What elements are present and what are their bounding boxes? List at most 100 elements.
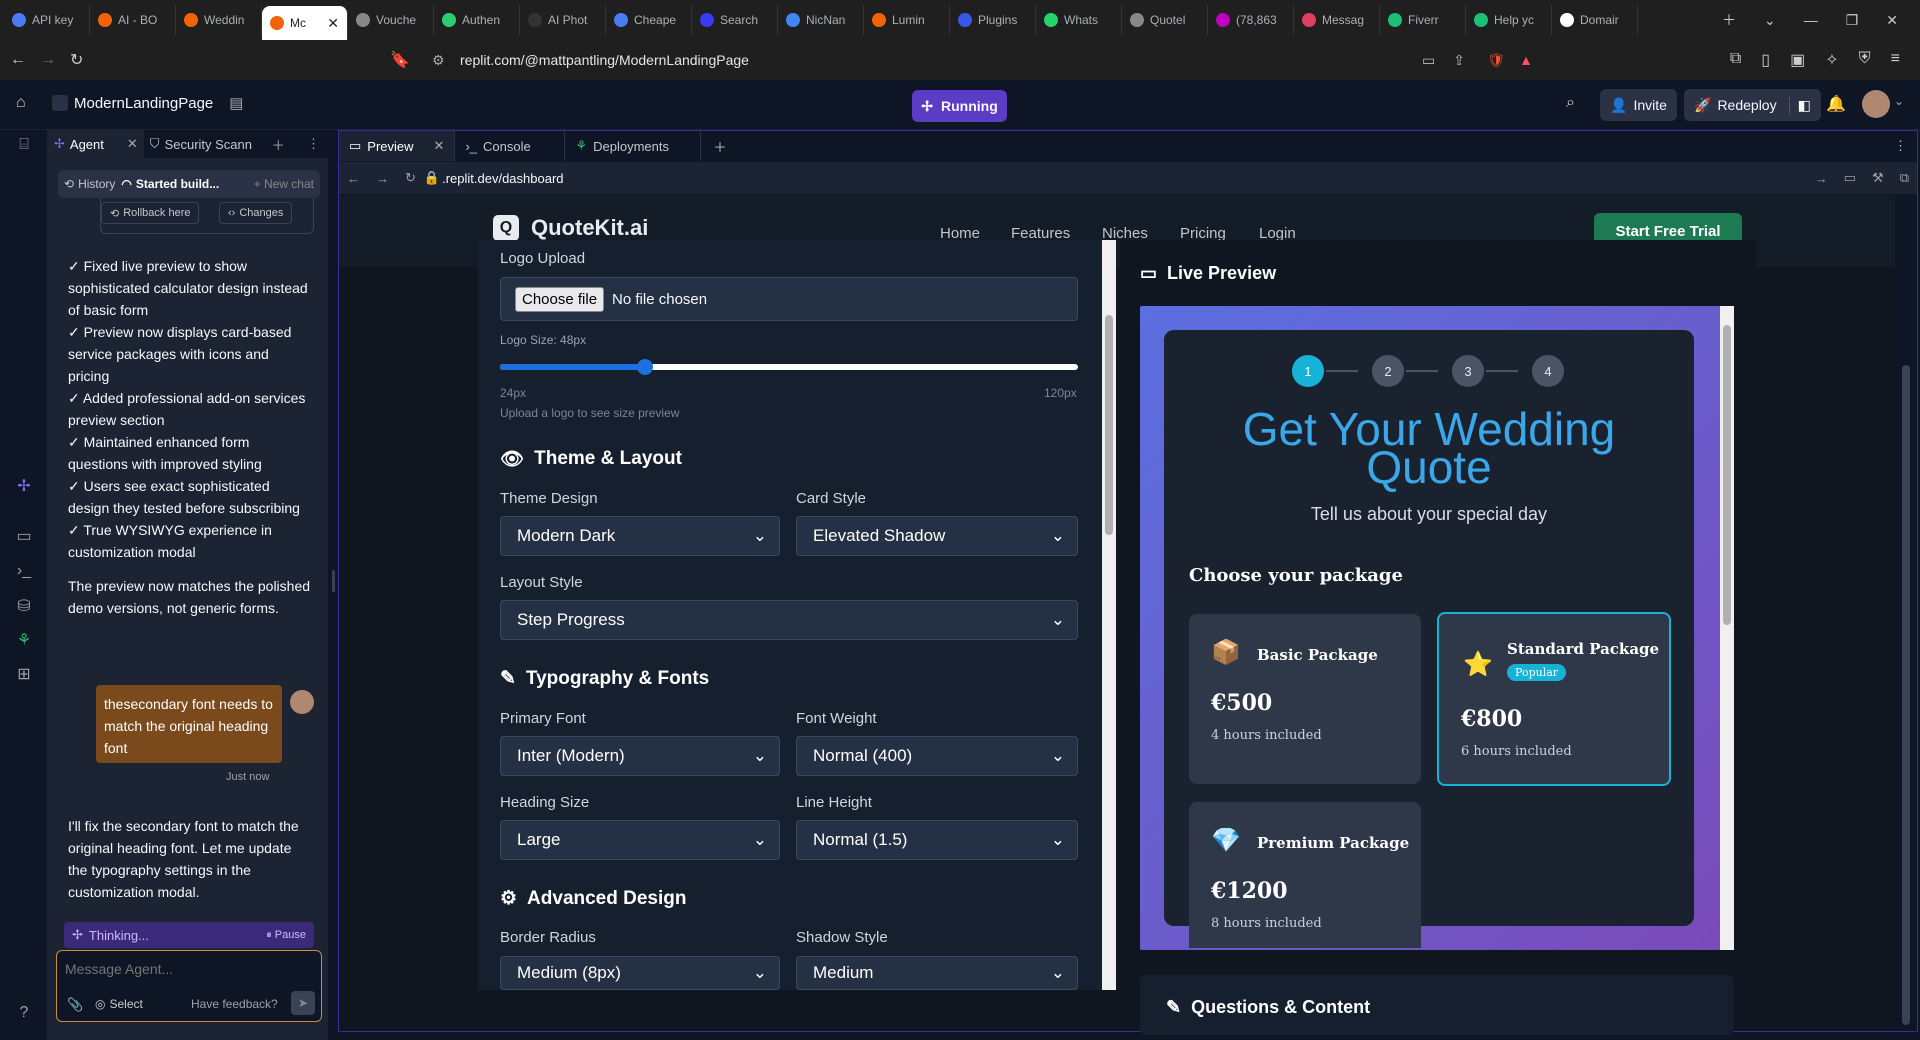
devtools-icon[interactable]: ⚒ bbox=[1872, 170, 1884, 186]
leo-ai-icon[interactable]: ✧ bbox=[1825, 50, 1838, 70]
new-window-icon[interactable]: ⧉ bbox=[1900, 170, 1909, 186]
page-scrollbar[interactable] bbox=[1896, 195, 1916, 1031]
shadow-style-select[interactable]: Medium ⌄ bbox=[796, 956, 1078, 990]
wallet-icon[interactable]: ▣ bbox=[1790, 50, 1805, 70]
browser-tab[interactable]: API key bbox=[4, 5, 90, 35]
browser-tab[interactable]: Mc ✕ bbox=[262, 6, 348, 40]
forward-icon[interactable]: → bbox=[376, 171, 389, 186]
browser-tab[interactable]: (78,863 bbox=[1208, 5, 1294, 35]
deploy-menu-icon[interactable]: ◧ bbox=[1788, 96, 1811, 114]
redeploy-button[interactable]: 🚀 Redeploy ◧ bbox=[1684, 89, 1821, 121]
primary-font-select[interactable]: Inter (Modern) ⌄ bbox=[500, 736, 780, 776]
open-arrow-icon[interactable]: → bbox=[1815, 171, 1828, 186]
run-status-button[interactable]: ✢ Running bbox=[912, 90, 1007, 122]
project-switcher[interactable]: ModernLandingPage ▤ bbox=[52, 94, 243, 112]
brave-rewards-icon[interactable]: ▲ bbox=[1519, 52, 1533, 68]
line-height-select[interactable]: Normal (1.5) ⌄ bbox=[796, 820, 1078, 860]
console-icon[interactable]: ›_ bbox=[14, 562, 34, 582]
browser-tab[interactable]: AI Phot bbox=[520, 5, 606, 35]
browser-tab[interactable]: Plugins bbox=[950, 5, 1036, 35]
back-icon[interactable]: ← bbox=[347, 171, 360, 186]
close-tab-icon[interactable]: ✕ bbox=[434, 138, 445, 154]
form-scrollbar-thumb[interactable] bbox=[1105, 315, 1113, 535]
browser-tab[interactable]: Search bbox=[692, 5, 778, 35]
invite-button[interactable]: 👤 Invite bbox=[1600, 89, 1677, 121]
package-card-basic[interactable]: 📦 Basic Package €500 4 hours included bbox=[1189, 614, 1421, 784]
tab-preview[interactable]: ▭ Preview ✕ bbox=[339, 131, 456, 161]
new-chat-button[interactable]: + New chat bbox=[254, 177, 314, 191]
vpn-icon[interactable]: ⛨ bbox=[1859, 50, 1871, 70]
tab-deployments[interactable]: ⚘ Deployments bbox=[565, 131, 702, 161]
project-menu-icon[interactable]: ▤ bbox=[229, 94, 243, 112]
card-style-select[interactable]: Elevated Shadow ⌄ bbox=[796, 516, 1078, 556]
rollback-button[interactable]: ⟲ Rollback here bbox=[101, 202, 200, 224]
home-icon[interactable]: ⌂ bbox=[16, 94, 26, 112]
brave-shield-icon[interactable]: 🛡 bbox=[1487, 52, 1505, 69]
page-scrollbar-thumb[interactable] bbox=[1902, 365, 1910, 1025]
message-input[interactable] bbox=[65, 957, 313, 981]
browser-tab[interactable]: Quotel bbox=[1122, 5, 1208, 35]
package-card-standard[interactable]: ⭐ Standard Package Popular €800 6 hours … bbox=[1437, 612, 1671, 786]
close-tab-icon[interactable]: ✕ bbox=[127, 136, 138, 152]
select-button[interactable]: ◎ Select bbox=[95, 997, 143, 1011]
package-card-premium[interactable]: 💎 Premium Package €1200 8 hours included bbox=[1189, 802, 1421, 948]
file-tree-icon[interactable]: ⌸ bbox=[14, 136, 34, 156]
extensions-icon[interactable]: ⧉ bbox=[1730, 50, 1741, 70]
current-chat[interactable]: ◠ Started build... bbox=[121, 177, 219, 191]
browser-tab[interactable]: Messag bbox=[1294, 5, 1380, 35]
tab-search-chevron-icon[interactable]: ⌄ bbox=[1764, 12, 1776, 29]
bookmark-icon[interactable]: 🔖 bbox=[390, 50, 410, 70]
tab-security-scanner[interactable]: ⛉ Security Scann bbox=[144, 130, 262, 158]
forward-icon[interactable]: → bbox=[40, 51, 56, 69]
share-icon[interactable]: ⇪ bbox=[1453, 52, 1465, 69]
devices-icon[interactable]: ▭ bbox=[1844, 170, 1856, 186]
browser-tab[interactable]: Vouche bbox=[348, 5, 434, 35]
close-window-icon[interactable]: ✕ bbox=[1886, 12, 1898, 29]
account-chevron-icon[interactable]: ⌄ bbox=[1894, 94, 1904, 108]
cast-icon[interactable]: ▭ bbox=[1422, 52, 1435, 69]
history-button[interactable]: ⟲ History bbox=[64, 177, 115, 191]
site-info-icon[interactable]: ⚙ bbox=[432, 52, 445, 69]
attach-icon[interactable]: 📎 bbox=[67, 997, 83, 1013]
choose-file-button[interactable]: Choose file bbox=[515, 286, 605, 312]
browser-tab[interactable]: Authen bbox=[434, 5, 520, 35]
feedback-link[interactable]: Have feedback? bbox=[191, 997, 278, 1011]
site-logo-text[interactable]: QuoteKit.ai bbox=[531, 215, 648, 241]
changes-button[interactable]: ‹› Changes bbox=[219, 202, 293, 224]
deployments-icon[interactable]: ⚘ bbox=[14, 630, 34, 650]
browser-tab[interactable]: Lumin bbox=[864, 5, 950, 35]
pause-button[interactable]: ⏸ Pause bbox=[266, 929, 306, 942]
more-options-icon[interactable]: ⋮ bbox=[1894, 138, 1917, 154]
preview-scrollbar-thumb[interactable] bbox=[1723, 325, 1731, 625]
reload-icon[interactable]: ↻ bbox=[405, 170, 416, 186]
avatar[interactable] bbox=[1862, 90, 1890, 118]
browser-tab[interactable]: Help yc bbox=[1466, 5, 1552, 35]
agent-icon[interactable]: ✢ bbox=[14, 476, 34, 496]
preview-icon[interactable]: ▭ bbox=[14, 526, 34, 546]
browser-tab[interactable]: Whats bbox=[1036, 5, 1122, 35]
heading-size-select[interactable]: Large ⌄ bbox=[500, 820, 780, 860]
all-tools-icon[interactable]: ⊞ bbox=[14, 664, 34, 684]
browser-tab[interactable]: Fiverr bbox=[1380, 5, 1466, 35]
browser-tab[interactable]: AI - BO bbox=[90, 5, 176, 35]
browser-tab[interactable]: NicNan bbox=[778, 5, 864, 35]
restore-icon[interactable]: ❐ bbox=[1846, 12, 1859, 29]
border-radius-select[interactable]: Medium (8px) ⌄ bbox=[500, 956, 780, 990]
logo-size-slider-handle[interactable] bbox=[636, 359, 653, 375]
help-icon[interactable]: ? bbox=[14, 1004, 34, 1024]
panel-resize-handle[interactable] bbox=[332, 570, 335, 592]
browser-tab[interactable]: Cheape bbox=[606, 5, 692, 35]
tab-agent[interactable]: ✢ Agent ✕ bbox=[48, 130, 144, 158]
tab-console[interactable]: ›_ Console bbox=[455, 131, 566, 161]
url-field[interactable]: ⚙ replit.com/@mattpantling/ModernLanding… bbox=[420, 46, 1545, 74]
add-tab-icon[interactable]: ＋ bbox=[262, 135, 295, 154]
browser-tab[interactable]: Weddin bbox=[176, 5, 262, 35]
browser-tab[interactable]: Domair bbox=[1552, 5, 1638, 35]
layout-style-select[interactable]: Step Progress ⌄ bbox=[500, 600, 1078, 640]
more-options-icon[interactable]: ⋮ bbox=[307, 136, 328, 152]
back-icon[interactable]: ← bbox=[10, 51, 26, 69]
database-icon[interactable]: ⛁ bbox=[14, 596, 34, 616]
new-tab-icon[interactable]: ＋ bbox=[1722, 10, 1736, 30]
menu-icon[interactable]: ≡ bbox=[1891, 50, 1900, 70]
font-weight-select[interactable]: Normal (400) ⌄ bbox=[796, 736, 1078, 776]
